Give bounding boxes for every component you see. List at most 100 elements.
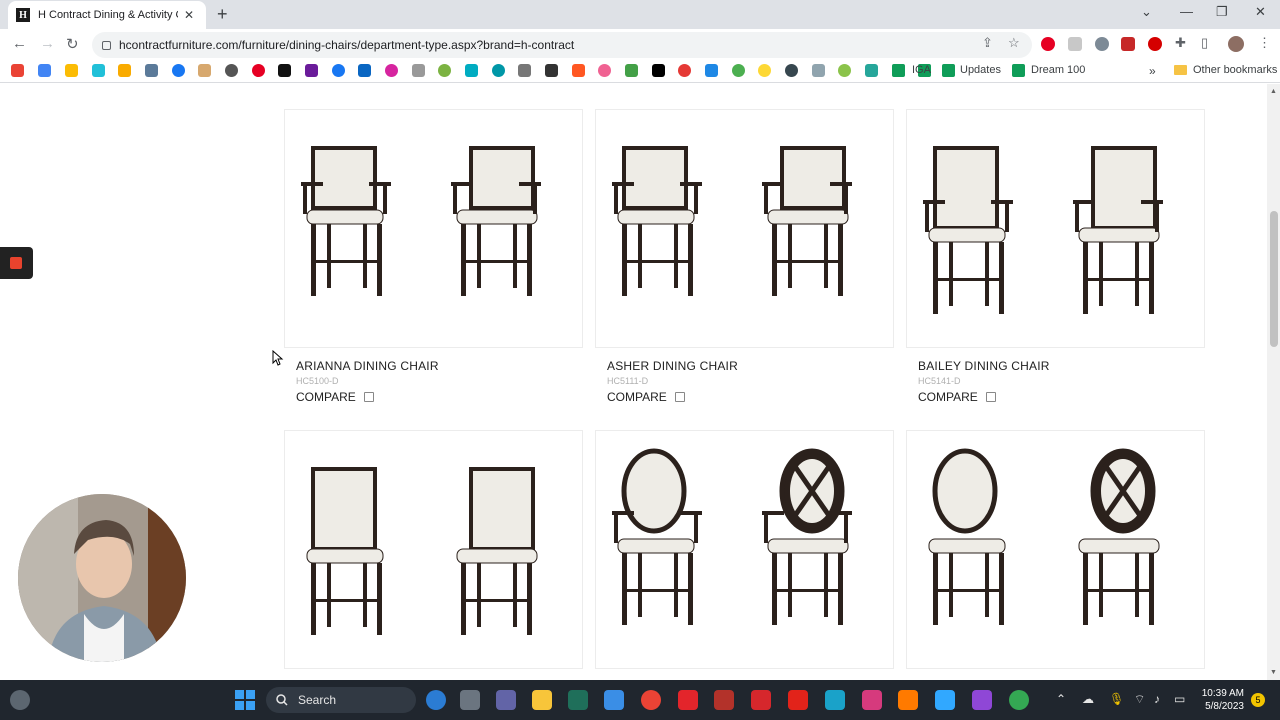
calculator-icon[interactable] — [568, 690, 588, 710]
bookmark-icon[interactable] — [732, 64, 745, 77]
other-bookmarks[interactable]: Other bookmarks — [1193, 64, 1277, 76]
compare-checkbox[interactable] — [985, 392, 996, 402]
app-icon[interactable] — [862, 690, 882, 710]
instagram-icon[interactable] — [385, 64, 398, 77]
bookmark-icon[interactable] — [705, 64, 718, 77]
bookmark-star-icon[interactable]: ☆ — [1008, 35, 1020, 51]
chrome-icon[interactable] — [641, 690, 661, 710]
product-image-card[interactable] — [284, 109, 583, 348]
onedrive-icon[interactable]: ☁ — [1082, 692, 1094, 706]
side-panel-icon[interactable]: ▯ — [1201, 35, 1208, 51]
reload-icon[interactable]: ↻ — [66, 35, 79, 53]
screen-recorder-widget[interactable] — [0, 247, 33, 279]
bookmark-icon[interactable] — [225, 64, 238, 77]
record-stop-icon[interactable] — [10, 257, 22, 269]
extensions-puzzle-icon[interactable]: ✚ — [1175, 35, 1186, 51]
bookmark-icon[interactable] — [145, 64, 158, 77]
forward-icon[interactable]: → — [40, 35, 55, 52]
compare-toggle[interactable]: COMPARE — [296, 390, 374, 404]
tab-search-icon[interactable]: ⌄ — [1141, 4, 1152, 20]
bing-icon[interactable] — [426, 690, 446, 710]
compare-checkbox[interactable] — [363, 392, 374, 402]
pinterest-extension-icon[interactable] — [1041, 37, 1055, 51]
sheets-icon[interactable] — [942, 64, 955, 77]
compare-toggle[interactable]: COMPARE — [918, 390, 996, 404]
extension-icon[interactable] — [1095, 37, 1109, 51]
notification-badge[interactable]: 5 — [1251, 693, 1265, 707]
bookmark-icon[interactable] — [518, 64, 531, 77]
windows-start-icon[interactable] — [235, 690, 255, 710]
linkedin-icon[interactable] — [358, 64, 371, 77]
record-extension-icon[interactable] — [1148, 37, 1162, 51]
bookmark-icon[interactable] — [758, 64, 771, 77]
bookmark-icon[interactable] — [652, 64, 665, 77]
chrome-active-icon[interactable] — [1009, 690, 1029, 710]
share-icon[interactable]: ⇪ — [982, 35, 993, 51]
bookmark-iga[interactable]: IGA — [912, 64, 931, 76]
messenger-icon[interactable] — [172, 64, 185, 77]
snipping-tool-icon[interactable] — [604, 690, 624, 710]
bookmark-icon[interactable] — [812, 64, 825, 77]
extension-icon[interactable] — [1068, 37, 1082, 51]
product-name[interactable]: ASHER DINING CHAIR — [607, 359, 738, 373]
new-tab-icon[interactable]: + — [217, 5, 228, 23]
app-icon[interactable] — [788, 690, 808, 710]
bookmark-icon[interactable] — [678, 64, 691, 77]
gmail-icon[interactable] — [11, 64, 24, 77]
blogger-icon[interactable] — [572, 64, 585, 77]
product-image-card[interactable] — [906, 109, 1205, 348]
bookmark-updates[interactable]: Updates — [960, 64, 1001, 76]
bookmark-icon[interactable] — [625, 64, 638, 77]
back-icon[interactable]: ← — [12, 35, 27, 52]
microphone-icon[interactable]: 🎙 — [1109, 692, 1124, 706]
app-icon[interactable] — [678, 690, 698, 710]
bookmark-icon[interactable] — [865, 64, 878, 77]
bookmark-icon[interactable] — [598, 64, 611, 77]
product-name[interactable]: BAILEY DINING CHAIR — [918, 359, 1050, 373]
bookmark-icon[interactable] — [838, 64, 851, 77]
product-image-card[interactable] — [595, 109, 894, 348]
sheets-icon[interactable] — [1012, 64, 1025, 77]
extension-icon[interactable] — [1121, 37, 1135, 51]
app-icon[interactable] — [935, 690, 955, 710]
bookmark-icon[interactable] — [545, 64, 558, 77]
bookmark-dream100[interactable]: Dream 100 — [1031, 64, 1085, 76]
taskbar-search[interactable]: Search — [266, 687, 416, 713]
bookmark-icon[interactable] — [92, 64, 105, 77]
volume-icon[interactable]: ♪ — [1154, 692, 1160, 706]
bookmark-icon[interactable] — [198, 64, 211, 77]
scroll-down-icon[interactable]: ▼ — [1270, 669, 1277, 676]
illustrator-icon[interactable] — [898, 690, 918, 710]
keep-icon[interactable] — [118, 64, 131, 77]
widgets-icon[interactable] — [10, 690, 30, 710]
sheets-icon[interactable] — [892, 64, 905, 77]
scroll-up-icon[interactable]: ▲ — [1270, 88, 1277, 95]
more-bookmarks-chevron-icon[interactable]: » — [1149, 64, 1156, 78]
file-explorer-icon[interactable] — [532, 690, 552, 710]
pinterest-icon[interactable] — [252, 64, 265, 77]
minimize-icon[interactable]: — — [1180, 4, 1193, 19]
menu-kebab-icon[interactable]: ⋮ — [1258, 35, 1271, 51]
tray-overflow-chevron-icon[interactable]: ⌃ — [1056, 692, 1066, 706]
restore-icon[interactable]: ❐ — [1216, 4, 1228, 20]
bookmark-icon[interactable] — [438, 64, 451, 77]
folder-icon[interactable] — [1174, 65, 1187, 75]
battery-icon[interactable]: ▭ — [1174, 692, 1185, 706]
compare-checkbox[interactable] — [674, 392, 685, 402]
product-name[interactable]: ARIANNA DINING CHAIR — [296, 359, 439, 373]
product-image-card[interactable] — [595, 430, 894, 669]
bookmark-icon[interactable] — [465, 64, 478, 77]
profile-avatar[interactable] — [1228, 36, 1244, 52]
close-tab-icon[interactable]: ✕ — [184, 8, 194, 22]
app-icon[interactable] — [972, 690, 992, 710]
bookmark-icon[interactable] — [412, 64, 425, 77]
product-image-card[interactable] — [284, 430, 583, 669]
address-bar[interactable]: hcontractfurniture.com/furniture/dining-… — [92, 32, 1032, 58]
page-scrollbar[interactable]: ▲ ▼ — [1267, 84, 1280, 680]
wifi-icon[interactable]: ⌔ — [1134, 692, 1145, 707]
bookmark-icon[interactable] — [305, 64, 318, 77]
bookmark-icon[interactable] — [785, 64, 798, 77]
facebook-icon[interactable] — [332, 64, 345, 77]
scrollbar-thumb[interactable] — [1270, 211, 1278, 347]
calendar-icon[interactable] — [38, 64, 51, 77]
